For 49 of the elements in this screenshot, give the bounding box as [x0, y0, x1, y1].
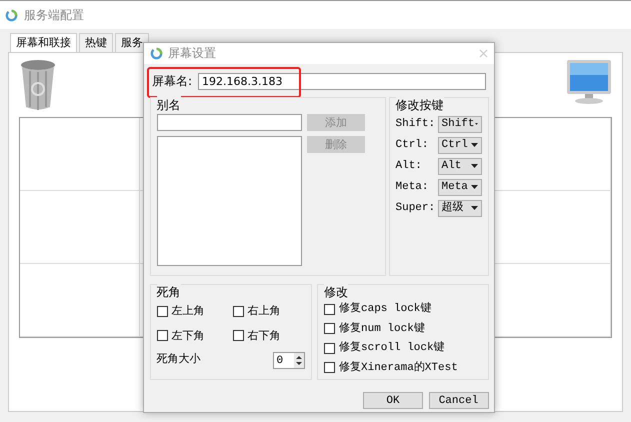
key-dropdown[interactable]: Ctrl — [438, 136, 482, 154]
field-label: 屏幕名: — [152, 73, 192, 90]
checkbox[interactable]: 右下角 — [232, 328, 308, 344]
caret-icon — [470, 164, 478, 168]
tab[interactable]: 屏幕和联接 — [10, 33, 77, 52]
group-title: 别名 — [156, 96, 180, 114]
dropdown-value: 超级 — [442, 200, 464, 216]
dropdown-value: Ctrl — [442, 138, 468, 153]
dialog-button[interactable]: Cancel — [428, 392, 488, 409]
trash-bin-icon — [19, 59, 57, 111]
caret-icon — [470, 143, 478, 148]
dropdown-value: Meta — [442, 180, 468, 195]
checkbox[interactable]: 修复caps lock键 — [324, 301, 482, 318]
key-label: Shift: — [396, 117, 436, 132]
close-icon[interactable] — [479, 49, 488, 58]
size-spinner[interactable]: 0 — [272, 352, 304, 369]
size-label: 死角大小 — [156, 352, 200, 368]
key-dropdown[interactable]: Shift — [438, 116, 482, 133]
window-title: 服务端配置 — [24, 7, 84, 24]
checkbox[interactable]: 右上角 — [232, 303, 308, 320]
app-logo-icon — [150, 47, 163, 60]
group-title: 修改按键 — [396, 96, 444, 114]
caret-icon — [470, 185, 478, 190]
dialog-title: 屏幕设置 — [168, 46, 216, 62]
dropdown-value: Shift — [442, 117, 475, 132]
checkbox[interactable]: 修复num lock键 — [324, 320, 482, 337]
group-title: 修改 — [324, 283, 348, 301]
key-label: Meta: — [396, 180, 429, 195]
key-label: Super: — [396, 201, 436, 216]
caret-icon — [470, 206, 478, 210]
spinner-arrows-icon[interactable] — [294, 353, 304, 368]
alias-list[interactable] — [156, 136, 302, 266]
key-dropdown[interactable]: 超级 — [438, 200, 482, 217]
dropdown-value: Alt — [442, 159, 462, 174]
screen-name-field[interactable]: 192.168.3.183 — [198, 72, 486, 90]
monitor-icon — [566, 59, 612, 105]
checkbox[interactable]: 修复Xinerama的XTest — [324, 360, 482, 376]
checkbox[interactable]: 左下角 — [156, 328, 232, 344]
tab[interactable]: 热键 — [79, 33, 113, 52]
key-dropdown[interactable]: Meta — [438, 178, 482, 196]
alias-field[interactable] — [156, 114, 302, 131]
key-dropdown[interactable]: Alt — [438, 158, 482, 175]
tab[interactable]: 服务 — [115, 33, 149, 52]
key-label: Ctrl: — [396, 138, 429, 153]
dialog-button[interactable]: OK — [363, 392, 423, 409]
app-logo-icon — [5, 8, 18, 22]
checkbox[interactable]: 左上角 — [156, 303, 232, 320]
key-label: Alt: — [396, 159, 422, 174]
checkbox[interactable]: 修复scroll lock键 — [324, 340, 482, 356]
